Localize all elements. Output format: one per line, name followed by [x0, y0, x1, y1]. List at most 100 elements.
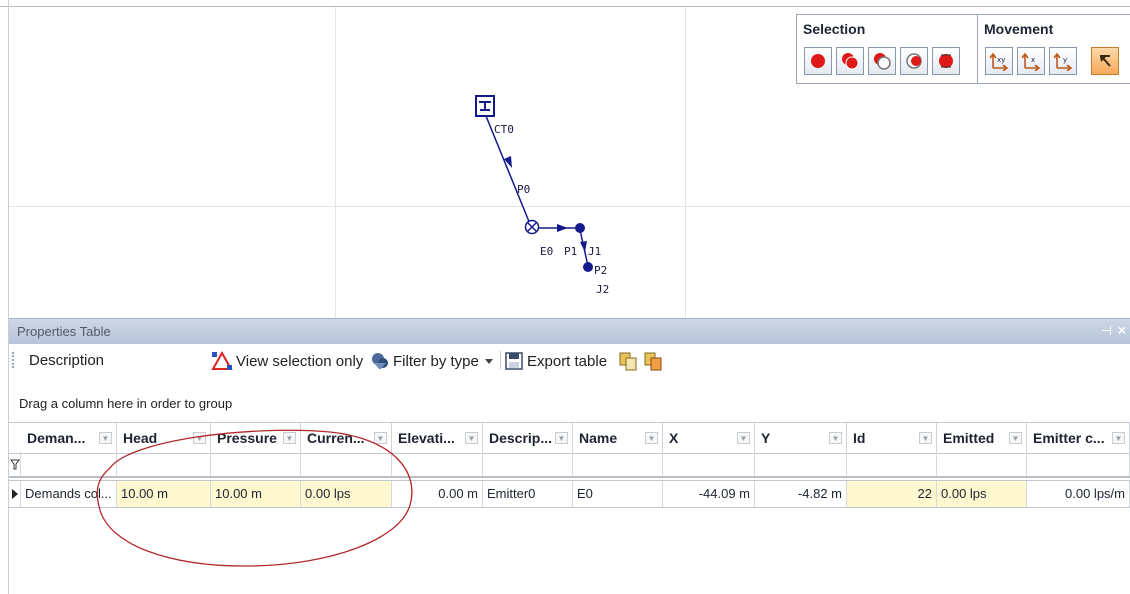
- group-by-hint: Drag a column here in order to group: [19, 396, 233, 411]
- move-y-icon[interactable]: y: [1049, 47, 1077, 75]
- column-label: Deman...: [27, 430, 86, 446]
- column-label: Pressure: [217, 430, 277, 446]
- filter-cell[interactable]: [573, 452, 663, 476]
- column-label: Id: [853, 430, 866, 446]
- properties-toolbar: Description View selection only Filter b…: [9, 344, 1130, 376]
- copy-button[interactable]: [618, 350, 641, 372]
- svg-text:xy: xy: [997, 56, 1005, 64]
- filter-row-icon[interactable]: [9, 452, 21, 476]
- table-cell[interactable]: -44.09 m: [663, 481, 755, 507]
- pin-icon[interactable]: ⊣: [1101, 323, 1112, 339]
- svg-text:x: x: [1031, 56, 1035, 64]
- column-filter-icon[interactable]: ▼: [465, 432, 478, 444]
- column-filter-icon[interactable]: ▼: [737, 432, 750, 444]
- column-header[interactable]: Curren... ▼: [301, 423, 392, 453]
- filter-cell[interactable]: [755, 452, 847, 476]
- filter-by-type-label: Filter by type: [393, 352, 479, 370]
- description-label: Description: [29, 352, 105, 369]
- filter-cell[interactable]: [21, 452, 117, 476]
- select-point-icon[interactable]: [804, 47, 832, 75]
- grid-header: Deman... ▼ Head ▼ Pressure ▼ Curren... ▼ Ele…: [9, 422, 1130, 454]
- tank-ct0-icon[interactable]: [475, 95, 495, 117]
- toolbar-grip-icon[interactable]: [12, 352, 16, 368]
- select-swap-icon[interactable]: [932, 47, 960, 75]
- column-filter-icon[interactable]: ▼: [1009, 432, 1022, 444]
- view-selection-only-button[interactable]: View selection only: [211, 350, 363, 372]
- column-filter-icon[interactable]: ▼: [829, 432, 842, 444]
- filter-cell[interactable]: [663, 452, 755, 476]
- column-label: Y: [761, 430, 771, 446]
- filter-cell[interactable]: [1027, 452, 1130, 476]
- filter-cell[interactable]: [211, 452, 301, 476]
- select-toggle-icon[interactable]: [900, 47, 928, 75]
- column-header[interactable]: Descrip... ▼: [483, 423, 573, 453]
- column-header[interactable]: X ▼: [663, 423, 755, 453]
- column-label: Elevati...: [398, 430, 455, 446]
- filter-cell[interactable]: [301, 452, 392, 476]
- table-cell[interactable]: E0: [573, 481, 663, 507]
- properties-title-bar: Properties Table ⊣ ×: [9, 318, 1130, 344]
- row-indicator-icon[interactable]: [9, 481, 21, 507]
- movement-title: Movement: [984, 21, 1054, 37]
- export-icon: [505, 352, 523, 370]
- properties-title: Properties Table: [17, 324, 111, 339]
- junction-j2-icon[interactable]: [583, 262, 593, 272]
- column-label: Emitter c...: [1033, 430, 1105, 446]
- column-filter-icon[interactable]: ▼: [1112, 432, 1125, 444]
- column-header[interactable]: Head ▼: [117, 423, 211, 453]
- column-filter-icon[interactable]: ▼: [645, 432, 658, 444]
- selection-title: Selection: [803, 21, 866, 37]
- label-j1: J1: [588, 245, 601, 258]
- paste-button[interactable]: [643, 350, 666, 372]
- move-xy-icon[interactable]: xy: [985, 47, 1013, 75]
- network-canvas[interactable]: CT0 P0 E0 P1 J1 P2 J2 Selection Movement…: [0, 0, 1130, 318]
- table-cell[interactable]: 0.00 m: [392, 481, 483, 507]
- column-label: X: [669, 430, 679, 446]
- column-filter-icon[interactable]: ▼: [555, 432, 568, 444]
- filter-cell[interactable]: [847, 452, 937, 476]
- move-x-icon[interactable]: x: [1017, 47, 1045, 75]
- column-header[interactable]: Y ▼: [755, 423, 847, 453]
- close-icon[interactable]: ×: [1118, 322, 1126, 338]
- table-cell[interactable]: 22: [847, 481, 937, 507]
- filter-cell[interactable]: [117, 452, 211, 476]
- filter-cell[interactable]: [483, 452, 573, 476]
- column-header[interactable]: Deman... ▼: [21, 423, 117, 453]
- select-outline-icon[interactable]: [868, 47, 896, 75]
- select-filled-icon[interactable]: [836, 47, 864, 75]
- export-table-button[interactable]: Export table: [504, 350, 607, 372]
- column-header[interactable]: Emitter c... ▼: [1027, 423, 1130, 453]
- toolbar-separator: [500, 351, 501, 369]
- svg-text:y: y: [1063, 56, 1067, 64]
- table-cell[interactable]: 0.00 lps: [301, 481, 392, 507]
- paste-icon: [644, 352, 662, 371]
- flow-arrow-icon: [580, 241, 587, 252]
- label-p2: P2: [594, 264, 607, 277]
- column-header[interactable]: Id ▼: [847, 423, 937, 453]
- table-cell[interactable]: 0.00 lps/m: [1027, 481, 1130, 507]
- table-cell[interactable]: Demands col...: [21, 481, 117, 507]
- column-filter-icon[interactable]: ▼: [99, 432, 112, 444]
- column-header[interactable]: Emitted ▼: [937, 423, 1027, 453]
- column-filter-icon[interactable]: ▼: [283, 432, 296, 444]
- column-header[interactable]: Elevati... ▼: [392, 423, 483, 453]
- table-cell[interactable]: -4.82 m: [755, 481, 847, 507]
- column-filter-icon[interactable]: ▼: [374, 432, 387, 444]
- table-cell[interactable]: 0.00 lps: [937, 481, 1027, 507]
- column-label: Emitted: [943, 430, 995, 446]
- pointer-mode-icon[interactable]: [1091, 47, 1119, 75]
- table-cell[interactable]: Emitter0: [483, 481, 573, 507]
- column-filter-icon[interactable]: ▼: [919, 432, 932, 444]
- emitter-e0-icon[interactable]: [524, 219, 540, 235]
- filter-cell[interactable]: [392, 452, 483, 476]
- filter-icon: [372, 353, 388, 369]
- column-header[interactable]: Name ▼: [573, 423, 663, 453]
- table-cell[interactable]: 10.00 m: [117, 481, 211, 507]
- column-header[interactable]: Pressure ▼: [211, 423, 301, 453]
- column-label: Descrip...: [489, 430, 553, 446]
- filter-by-type-button[interactable]: Filter by type: [370, 350, 498, 372]
- filter-cell[interactable]: [937, 452, 1027, 476]
- table-cell[interactable]: 10.00 m: [211, 481, 301, 507]
- table-row[interactable]: Demands col... 10.00 m 10.00 m 0.00 lps …: [9, 480, 1130, 508]
- column-filter-icon[interactable]: ▼: [193, 432, 206, 444]
